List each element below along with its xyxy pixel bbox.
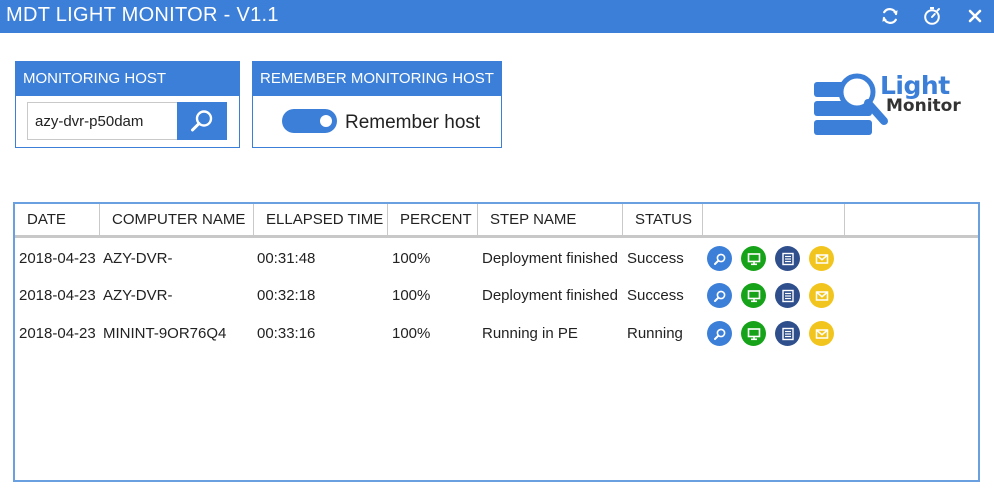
grid-header: DATE COMPUTER NAME ELLAPSED TIME PERCENT…: [15, 204, 978, 238]
window-title: MDT LIGHT MONITOR - V1.1: [6, 4, 279, 26]
mail-icon: [815, 328, 828, 339]
column-header-computer-name[interactable]: COMPUTER NAME: [100, 204, 254, 235]
cell-computer-name: MININT-9OR76Q4: [103, 325, 227, 342]
row-actions: [707, 321, 834, 347]
remember-host-header: REMEMBER MONITORING HOST: [253, 62, 501, 96]
row-details-button[interactable]: [707, 321, 732, 346]
monitoring-host-panel: MONITORING HOST: [15, 61, 240, 148]
monitor-icon: [747, 289, 760, 302]
row-log-button[interactable]: [775, 283, 800, 308]
remember-host-label: Remember host: [345, 112, 481, 133]
column-header-actions: [703, 204, 845, 235]
mail-icon: [815, 253, 828, 264]
cell-computer-name: AZY-DVR-: [103, 250, 173, 267]
cell-date: 2018-04-23: [19, 250, 96, 267]
cell-date: 2018-04-23: [19, 287, 96, 304]
row-mail-button[interactable]: [809, 283, 834, 308]
light-monitor-logo: Light Monitor: [810, 70, 970, 142]
table-row[interactable]: 2018-04-23 AZY-DVR- 00:31:48 100% Deploy…: [15, 241, 978, 277]
column-header-spacer: [845, 204, 978, 235]
cell-status: Success: [627, 250, 684, 267]
refresh-icon: [882, 8, 898, 24]
cell-percent: 100%: [392, 325, 431, 342]
cell-date: 2018-04-23: [19, 325, 96, 342]
row-details-button[interactable]: [707, 246, 732, 271]
cell-elapsed-time: 00:31:48: [257, 250, 316, 267]
search-icon: [713, 253, 725, 265]
cell-percent: 100%: [392, 250, 431, 267]
search-icon: [191, 110, 213, 132]
search-host-button[interactable]: [177, 102, 227, 140]
row-mail-button[interactable]: [809, 246, 834, 271]
timer-icon: [924, 7, 940, 25]
timer-button[interactable]: [919, 4, 945, 28]
cell-status: Success: [627, 287, 684, 304]
column-header-elapsed-time[interactable]: ELLAPSED TIME: [254, 204, 388, 235]
row-remote-button[interactable]: [741, 321, 766, 346]
monitor-icon: [747, 327, 760, 340]
table-row[interactable]: 2018-04-23 AZY-DVR- 00:32:18 100% Deploy…: [15, 278, 978, 314]
cell-step-name: Running in PE: [482, 325, 578, 342]
cell-elapsed-time: 00:32:18: [257, 287, 316, 304]
log-icon: [781, 327, 794, 340]
cell-step-name: Deployment finished: [482, 250, 618, 267]
deployments-grid[interactable]: DATE COMPUTER NAME ELLAPSED TIME PERCENT…: [13, 202, 980, 482]
title-bar: MDT LIGHT MONITOR - V1.1: [0, 0, 994, 33]
row-actions: [707, 283, 834, 309]
column-header-step-name[interactable]: STEP NAME: [478, 204, 623, 235]
log-icon: [781, 289, 794, 302]
cell-percent: 100%: [392, 287, 431, 304]
monitoring-host-header: MONITORING HOST: [16, 62, 239, 96]
monitor-icon: [747, 252, 760, 265]
monitoring-host-input[interactable]: [27, 102, 177, 140]
close-icon: [968, 9, 982, 23]
remember-host-panel: REMEMBER MONITORING HOST Remember host: [252, 61, 502, 148]
row-log-button[interactable]: [775, 321, 800, 346]
row-remote-button[interactable]: [741, 283, 766, 308]
row-log-button[interactable]: [775, 246, 800, 271]
column-header-date[interactable]: DATE: [15, 204, 100, 235]
refresh-button[interactable]: [877, 4, 903, 28]
row-remote-button[interactable]: [741, 246, 766, 271]
log-icon: [781, 252, 794, 265]
cell-elapsed-time: 00:33:16: [257, 325, 316, 342]
row-actions: [707, 246, 834, 272]
close-button[interactable]: [962, 4, 988, 28]
column-header-percent[interactable]: PERCENT: [388, 204, 478, 235]
toggle-knob: [320, 115, 332, 127]
mail-icon: [815, 290, 828, 301]
search-icon: [713, 328, 725, 340]
cell-step-name: Deployment finished: [482, 287, 618, 304]
logo-text-monitor: Monitor: [886, 96, 961, 116]
column-header-status[interactable]: STATUS: [623, 204, 703, 235]
row-details-button[interactable]: [707, 283, 732, 308]
cell-status: Running: [627, 325, 683, 342]
search-icon: [713, 290, 725, 302]
remember-host-toggle[interactable]: [282, 109, 337, 133]
table-row[interactable]: 2018-04-23 MININT-9OR76Q4 00:33:16 100% …: [15, 316, 978, 352]
cell-computer-name: AZY-DVR-: [103, 287, 173, 304]
row-mail-button[interactable]: [809, 321, 834, 346]
